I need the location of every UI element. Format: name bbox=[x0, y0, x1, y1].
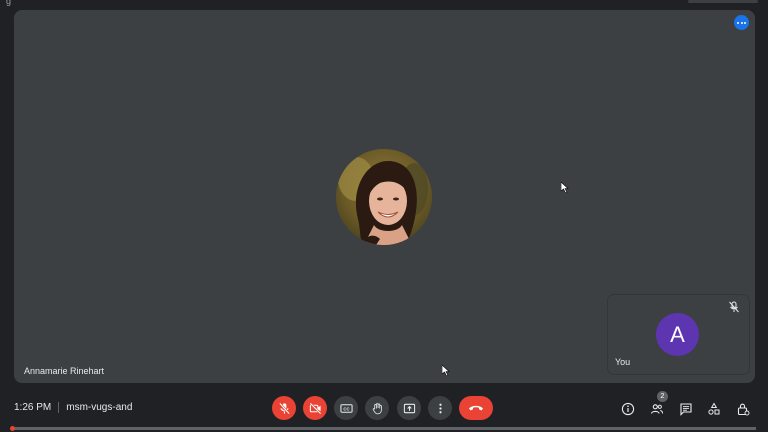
meeting-info-icon bbox=[621, 402, 634, 415]
toggle-camera-button[interactable] bbox=[303, 396, 327, 420]
self-avatar: A bbox=[656, 313, 699, 356]
meeting-details: 1:26 PM msm-vugs-and bbox=[14, 402, 132, 413]
closed-captions-icon: CC bbox=[339, 403, 353, 413]
more-vert-icon bbox=[438, 403, 442, 413]
activities-icon bbox=[707, 401, 719, 415]
self-label: You bbox=[615, 357, 631, 367]
captions-button[interactable]: CC bbox=[334, 396, 358, 420]
raise-hand-button[interactable] bbox=[365, 396, 389, 420]
host-controls-icon bbox=[737, 403, 749, 415]
divider bbox=[58, 402, 60, 413]
host-controls-button[interactable] bbox=[734, 400, 751, 417]
mouse-pointer-icon bbox=[442, 365, 450, 376]
participant-avatar bbox=[336, 149, 432, 245]
leave-call-button[interactable] bbox=[459, 396, 493, 420]
clock-time: 1:26 PM bbox=[14, 402, 52, 413]
call-end-icon bbox=[469, 405, 483, 411]
activities-button[interactable] bbox=[705, 400, 722, 417]
top-scroll-indicator bbox=[688, 0, 758, 3]
svg-text:CC: CC bbox=[343, 406, 349, 411]
participant-name-label: Annamarie Rinehart bbox=[24, 366, 105, 376]
people-icon bbox=[650, 403, 663, 414]
show-everyone-button[interactable] bbox=[648, 400, 665, 417]
window-top-strip: g bbox=[0, 0, 768, 9]
mouse-pointer-icon bbox=[561, 182, 569, 193]
more-horiz-icon[interactable] bbox=[734, 15, 749, 30]
meeting-details-button[interactable] bbox=[619, 400, 636, 417]
toggle-microphone-button[interactable] bbox=[272, 396, 296, 420]
call-controls-bar: 1:26 PM msm-vugs-and CC bbox=[0, 388, 768, 428]
present-screen-icon bbox=[403, 403, 415, 413]
mic-off-icon bbox=[278, 402, 290, 414]
self-view-tile[interactable]: A You bbox=[608, 295, 749, 374]
chat-icon bbox=[679, 402, 692, 416]
participant-count-badge: 2 bbox=[657, 391, 668, 402]
raise-hand-icon bbox=[372, 402, 382, 414]
playback-progress-bar[interactable] bbox=[10, 426, 756, 431]
meeting-code: msm-vugs-and bbox=[66, 402, 133, 413]
progress-scrubber[interactable] bbox=[10, 426, 15, 431]
more-options-button[interactable] bbox=[428, 396, 452, 420]
mic-off-icon bbox=[729, 301, 739, 313]
videocam-off-icon bbox=[309, 402, 321, 414]
chat-button[interactable] bbox=[677, 400, 694, 417]
present-now-button[interactable] bbox=[397, 396, 421, 420]
participant-photo bbox=[336, 149, 432, 245]
window-title-fragment: g bbox=[6, 0, 12, 6]
